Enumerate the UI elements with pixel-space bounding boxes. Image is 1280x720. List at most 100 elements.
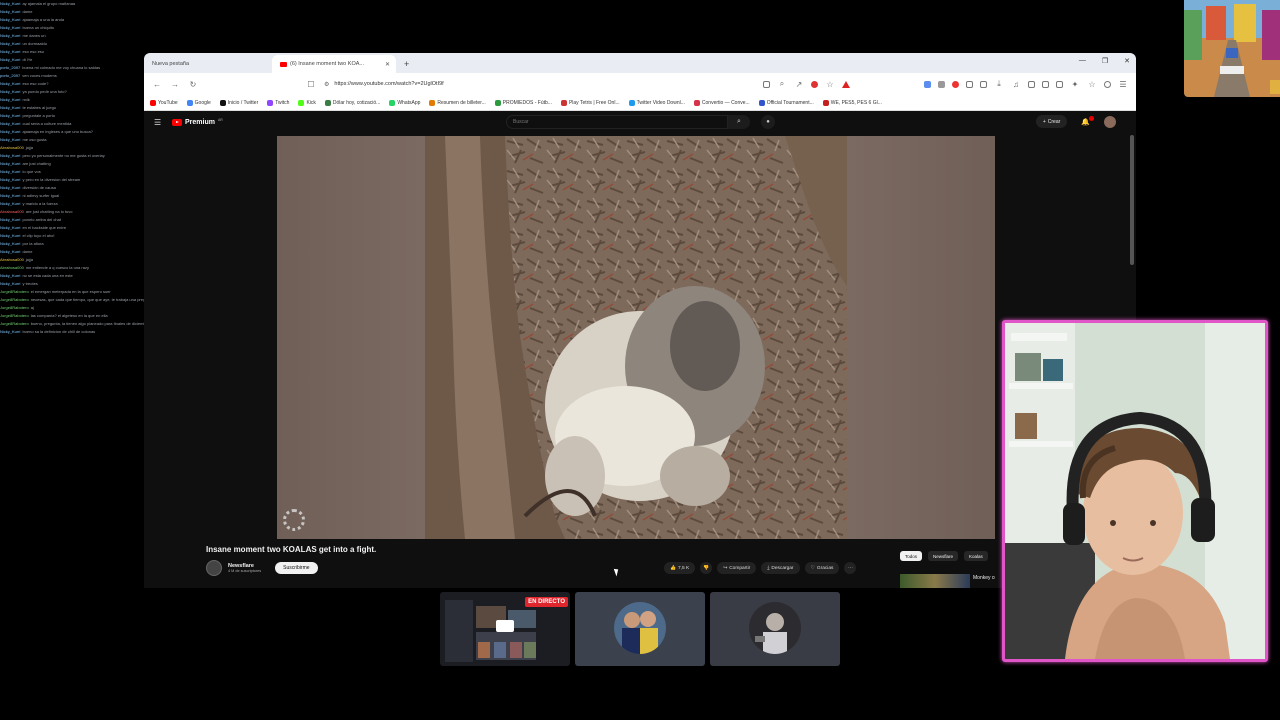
chat-username[interactable]: Nicky_Kurri	[0, 217, 20, 222]
chat-username[interactable]: Nicky_Kurri	[0, 273, 20, 278]
share-button[interactable]: ↪ Compartir	[717, 562, 757, 574]
chat-username[interactable]: Nicky_Kurri	[0, 129, 20, 134]
reload-icon[interactable]: ↻	[188, 80, 198, 89]
star-icon[interactable]: ☆	[825, 80, 835, 89]
extension-record-icon[interactable]	[952, 80, 959, 88]
new-tab-button[interactable]: +	[396, 55, 417, 73]
downloads-icon[interactable]: ⤓	[994, 79, 1004, 89]
chat-username[interactable]: Nicky_Kurri	[0, 201, 20, 206]
create-button[interactable]: + Crear	[1035, 115, 1068, 128]
bookmark-star-icon[interactable]: ☐	[306, 80, 316, 89]
sidebar-icon[interactable]	[1042, 80, 1049, 88]
bookmark-item[interactable]: WhatsApp	[389, 99, 420, 106]
channel-avatar[interactable]	[206, 560, 222, 576]
chat-username[interactable]: Nicky_Kurri	[0, 1, 20, 6]
chat-username[interactable]: Nicky_Kurri	[0, 153, 20, 158]
chat-username[interactable]: Jorge8Rabotero	[0, 313, 29, 318]
voice-search-button[interactable]: ●	[761, 115, 775, 129]
bookmark-item[interactable]: Convertio — Conve...	[693, 99, 750, 106]
favorites-icon[interactable]: ☆	[1087, 80, 1097, 89]
bookmark-item[interactable]: Play Tetris | Free Onl...	[560, 99, 620, 106]
hamburger-menu-icon[interactable]: ☰	[154, 118, 168, 127]
chat-username[interactable]: Jorge8Rabotero	[0, 321, 29, 326]
restore-icon[interactable]: ❐	[1102, 57, 1108, 65]
chat-username[interactable]: Nicky_Kurri	[0, 105, 20, 110]
close-tab-icon[interactable]: ✕	[385, 61, 390, 68]
notifications-bell-icon[interactable]: 🔔	[1081, 115, 1094, 126]
extension-warning-icon[interactable]	[842, 80, 850, 88]
chat-username[interactable]: Nicky_Kurri	[0, 169, 20, 174]
tab-new[interactable]: Nueva pestaña	[144, 55, 272, 73]
chat-username[interactable]: Nicky_Kurri	[0, 249, 20, 254]
subscribe-button[interactable]: Suscribirme	[275, 562, 318, 574]
bookmark-item[interactable]: Resumen de billeter...	[429, 99, 486, 106]
chat-username[interactable]: porto_2097	[0, 73, 20, 78]
filter-chip[interactable]: Newsflare	[928, 551, 959, 561]
music-icon[interactable]: ♫	[1011, 80, 1021, 89]
chat-username[interactable]: Abrabosa000	[0, 257, 24, 262]
zoom-icon[interactable]: ⌕	[777, 79, 787, 89]
dislike-button[interactable]: 👎	[700, 562, 713, 574]
bookmark-item[interactable]: Kick	[298, 99, 316, 106]
chat-username[interactable]: Nicky_Kurri	[0, 329, 20, 334]
bookmark-item[interactable]: WE, PES5, PES 6 Gl...	[822, 99, 882, 106]
chat-username[interactable]: Nicky_Kurri	[0, 281, 20, 286]
extension-puzzle-icon[interactable]	[966, 80, 973, 88]
chat-username[interactable]: Nicky_Kurri	[0, 113, 20, 118]
chat-username[interactable]: Nicky_Kurri	[0, 9, 20, 14]
menu-dots-icon[interactable]: ☰	[1118, 80, 1128, 89]
bookmark-item[interactable]: Inicio / Twitter	[219, 99, 258, 106]
share-icon[interactable]: ↗	[794, 80, 804, 89]
extension-grid-icon[interactable]	[980, 80, 987, 88]
site-info-icon[interactable]: ⚙	[324, 81, 329, 88]
close-window-icon[interactable]: ✕	[1124, 57, 1130, 65]
chat-username[interactable]: Nicky_Kurri	[0, 97, 20, 102]
cast-icon[interactable]	[763, 80, 770, 88]
bookmark-item[interactable]: Google	[186, 99, 211, 106]
forward-icon[interactable]: →	[170, 80, 180, 89]
tab-youtube[interactable]: (6) Insane moment two KOA... ✕	[272, 55, 396, 73]
search-button[interactable]: ⌕	[728, 115, 750, 129]
reading-list-icon[interactable]	[1056, 80, 1063, 88]
extension-blue-icon[interactable]	[924, 80, 931, 88]
chat-username[interactable]: Nicky_Kurri	[0, 241, 20, 246]
shield-icon[interactable]	[1104, 80, 1111, 88]
chat-username[interactable]: Nicky_Kurri	[0, 25, 20, 30]
bookmark-item[interactable]: Official Tournament...	[758, 99, 814, 106]
bookmark-item[interactable]: PROMIEDOS - Fútb...	[494, 99, 552, 106]
more-actions-button[interactable]: ⋯	[844, 562, 857, 574]
extension-red-icon[interactable]	[811, 80, 818, 88]
chat-username[interactable]: Abrabosa000	[0, 209, 24, 214]
chat-username[interactable]: Nicky_Kurri	[0, 49, 20, 54]
url-field[interactable]: ⚙ https://www.youtube.com/watch?v=2UglOt…	[324, 77, 494, 91]
video-frame[interactable]	[425, 136, 847, 539]
chat-username[interactable]: Nicky_Kurri	[0, 177, 20, 182]
chat-username[interactable]: Nicky_Kurri	[0, 161, 20, 166]
chat-username[interactable]: Nicky_Kurri	[0, 137, 20, 142]
recommended-title[interactable]: Monkey co	[973, 575, 995, 581]
search-input[interactable]: Buscar	[506, 115, 728, 129]
window-preview-stream[interactable]: EN DIRECTO	[440, 592, 570, 666]
window-preview-profile[interactable]	[575, 592, 705, 666]
like-button[interactable]: 👍 7,5 K	[664, 562, 696, 574]
chat-username[interactable]: Jorge8Rabotero	[0, 289, 29, 294]
recommended-thumbnail[interactable]	[900, 574, 970, 588]
filter-chip[interactable]: Todos	[900, 551, 923, 561]
chat-username[interactable]: Nicky_Kurri	[0, 185, 20, 190]
extension-gray-icon[interactable]	[938, 80, 945, 88]
page-scrollbar[interactable]	[1130, 135, 1134, 265]
minimize-icon[interactable]: —	[1079, 57, 1086, 65]
chat-username[interactable]: Nicky_Kurri	[0, 233, 20, 238]
chat-username[interactable]: Nicky_Kurri	[0, 225, 20, 230]
bookmark-item[interactable]: YouTube	[150, 99, 178, 106]
copilot-icon[interactable]: ✦	[1070, 80, 1080, 89]
chat-username[interactable]: Nicky_Kurri	[0, 121, 20, 126]
bookmark-item[interactable]: Twitter Video Downl...	[628, 99, 685, 106]
chat-username[interactable]: Nicky_Kurri	[0, 57, 20, 62]
recommended-video[interactable]: Monkey co	[900, 572, 995, 588]
thanks-button[interactable]: ♡ Gracias	[804, 562, 840, 574]
chat-username[interactable]: Jorge8Rabotero	[0, 297, 29, 302]
account-avatar[interactable]	[1104, 115, 1116, 128]
video-player[interactable]	[277, 136, 995, 539]
chat-username[interactable]: Nicky_Kurri	[0, 41, 20, 46]
